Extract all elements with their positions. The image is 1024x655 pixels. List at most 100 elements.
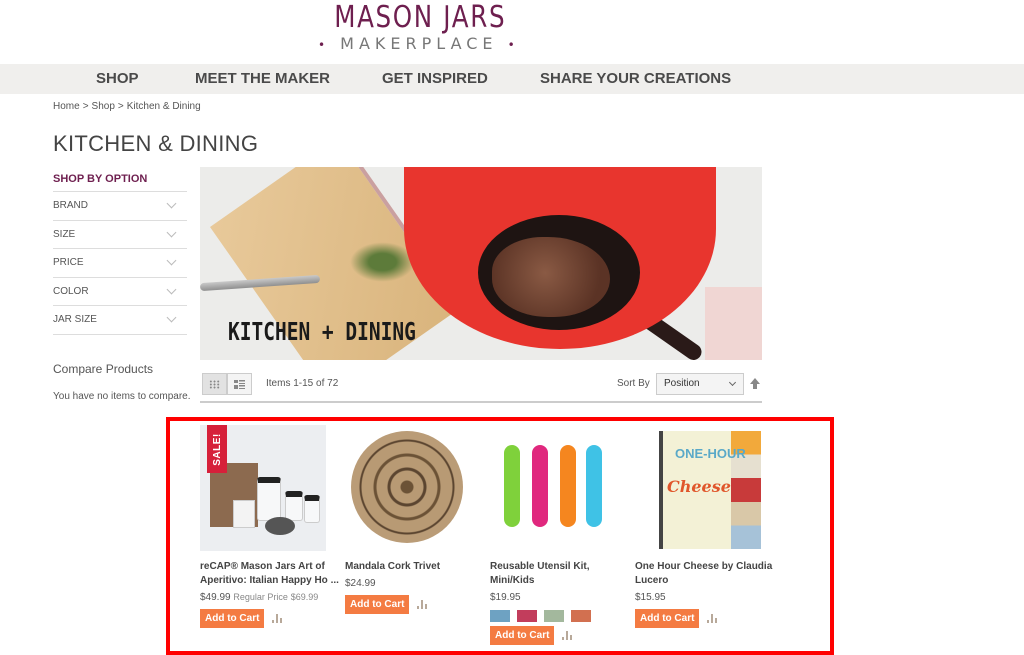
color-swatch-blue[interactable] xyxy=(490,610,510,622)
nav-item-meet-the-maker[interactable]: MEET THE MAKER xyxy=(195,64,330,94)
product-image[interactable] xyxy=(490,425,616,551)
product-name[interactable]: Reusable Utensil Kit, Mini/Kids xyxy=(490,560,620,588)
product-price: $15.95 xyxy=(635,592,765,603)
product-actions: Add to Cart xyxy=(200,609,330,628)
filter-label: SIZE xyxy=(53,228,76,240)
price: $15.95 xyxy=(635,592,666,603)
filter-label: JAR SIZE xyxy=(53,314,97,326)
product-actions: Add to Cart xyxy=(490,626,620,645)
grid-view-button[interactable] xyxy=(202,373,227,395)
logo-dot: • xyxy=(507,38,520,52)
compare-icon[interactable] xyxy=(707,614,718,623)
filter-size[interactable]: SIZE xyxy=(53,221,187,249)
filter-sidebar: SHOP BY OPTION BRAND SIZE PRICE COLOR JA… xyxy=(53,172,187,335)
compare-icon[interactable] xyxy=(272,614,283,623)
color-swatch-red[interactable] xyxy=(517,610,537,622)
utensil-case-pink xyxy=(532,445,548,527)
color-swatch-orange[interactable] xyxy=(571,610,591,622)
lid-graphic xyxy=(265,517,295,535)
color-swatch-green[interactable] xyxy=(544,610,564,622)
product-name-line: Mini/Kids xyxy=(490,575,535,586)
product-price: $19.95 xyxy=(490,592,620,603)
compare-icon[interactable] xyxy=(562,631,573,640)
filter-jar-size[interactable]: JAR SIZE xyxy=(53,306,187,335)
breadcrumb-shop[interactable]: Shop xyxy=(92,101,115,112)
product-price: $24.99 xyxy=(345,578,475,589)
add-to-cart-button[interactable]: Add to Cart xyxy=(200,609,265,628)
product-actions: Add to Cart xyxy=(345,595,475,614)
shop-by-option-heading: SHOP BY OPTION xyxy=(53,172,187,192)
site-logo[interactable]: MASON JARS • MAKERPLACE • xyxy=(318,0,515,55)
sort-by-select[interactable]: Position xyxy=(656,373,744,395)
logo-sub-label: MAKERPLACE xyxy=(340,34,498,53)
product-name-line: Mandala Cork Trivet xyxy=(345,561,441,572)
breadcrumb-current: Kitchen & Dining xyxy=(126,101,201,112)
chevron-down-icon xyxy=(728,378,737,387)
product-card: Reusable Utensil Kit, Mini/Kids $19.95 Ad… xyxy=(490,425,620,645)
product-price: $49.99 Regular Price $69.99 xyxy=(200,592,330,603)
logo-main-text: MASON JARS xyxy=(334,0,507,35)
product-image[interactable]: ONE-HOUR Cheese xyxy=(635,425,761,551)
sale-badge: SALE! xyxy=(207,425,227,473)
utensil-case-blue xyxy=(586,445,602,527)
sort-direction-arrow-up-icon[interactable] xyxy=(749,377,761,391)
steak-graphic xyxy=(492,237,610,317)
filter-color[interactable]: COLOR xyxy=(53,278,187,306)
grid-icon xyxy=(209,379,220,389)
product-name-line: Reusable Utensil Kit, xyxy=(490,561,590,572)
list-view-button[interactable] xyxy=(227,373,252,395)
jar-graphic xyxy=(257,477,281,521)
add-to-cart-button[interactable]: Add to Cart xyxy=(490,626,555,645)
utensil-case-orange xyxy=(560,445,576,527)
filter-price[interactable]: PRICE xyxy=(53,249,187,278)
jar-graphic xyxy=(285,491,303,521)
filter-label: BRAND xyxy=(53,200,89,212)
product-card: SALE! reCAP® Mason Jars Art of Aperitivo:… xyxy=(200,425,339,628)
sort-by-label: Sort By xyxy=(617,378,650,389)
chevron-down-icon xyxy=(166,227,177,238)
sale-badge-label: SALE! xyxy=(211,432,223,466)
book-title-text: ONE-HOUR xyxy=(675,446,746,461)
product-name-line: Aperitivo: Italian Happy Ho ... xyxy=(200,575,339,586)
compare-empty-text: You have no items to compare. xyxy=(53,391,191,402)
product-name-line: Lucero xyxy=(635,575,669,586)
product-image[interactable]: SALE! xyxy=(200,425,326,551)
book-title-script: Cheese xyxy=(667,477,731,496)
product-name[interactable]: Mandala Cork Trivet xyxy=(345,560,475,574)
product-name-line: reCAP® Mason Jars Art of xyxy=(200,561,325,572)
product-name[interactable]: One Hour Cheese by Claudia Lucero xyxy=(635,560,772,588)
nav-item-shop[interactable]: SHOP xyxy=(96,64,139,94)
product-card: Mandala Cork Trivet $24.99 Add to Cart xyxy=(345,425,475,614)
logo-sub-text: • MAKERPLACE • xyxy=(318,34,515,55)
breadcrumb: Home > Shop > Kitchen & Dining xyxy=(53,101,201,112)
filter-label: COLOR xyxy=(53,285,89,297)
compare-products-title: Compare Products xyxy=(53,362,154,376)
cork-trivet-graphic xyxy=(351,431,463,543)
main-nav: SHOP MEET THE MAKER GET INSPIRED SHARE Y… xyxy=(0,64,1024,94)
add-to-cart-button[interactable]: Add to Cart xyxy=(635,609,700,628)
nav-item-get-inspired[interactable]: GET INSPIRED xyxy=(382,64,488,94)
filter-brand[interactable]: BRAND xyxy=(53,192,187,221)
sort-by-value: Position xyxy=(664,378,700,389)
chevron-down-icon xyxy=(166,255,177,266)
page-title: KITCHEN & DINING xyxy=(53,131,259,156)
filter-label: PRICE xyxy=(53,257,84,269)
price: $24.99 xyxy=(345,578,376,589)
cloth-graphic xyxy=(705,287,762,360)
add-to-cart-button[interactable]: Add to Cart xyxy=(345,595,410,614)
product-name[interactable]: reCAP® Mason Jars Art of Aperitivo: Itali… xyxy=(200,560,339,588)
regular-price-label: Regular Price xyxy=(233,592,288,602)
card-graphic xyxy=(233,500,255,528)
special-price: $49.99 xyxy=(200,592,231,603)
utensil-case-green xyxy=(504,445,520,527)
price: $19.95 xyxy=(490,592,521,603)
breadcrumb-separator: > xyxy=(117,101,124,112)
nav-item-share-your-creations[interactable]: SHARE YOUR CREATIONS xyxy=(540,64,731,94)
chevron-down-icon xyxy=(166,284,177,295)
items-count: Items 1-15 of 72 xyxy=(266,378,339,389)
compare-icon[interactable] xyxy=(417,600,428,609)
product-image[interactable] xyxy=(345,425,471,551)
chevron-down-icon xyxy=(166,198,177,209)
breadcrumb-home[interactable]: Home xyxy=(53,101,80,112)
list-icon xyxy=(234,379,245,389)
